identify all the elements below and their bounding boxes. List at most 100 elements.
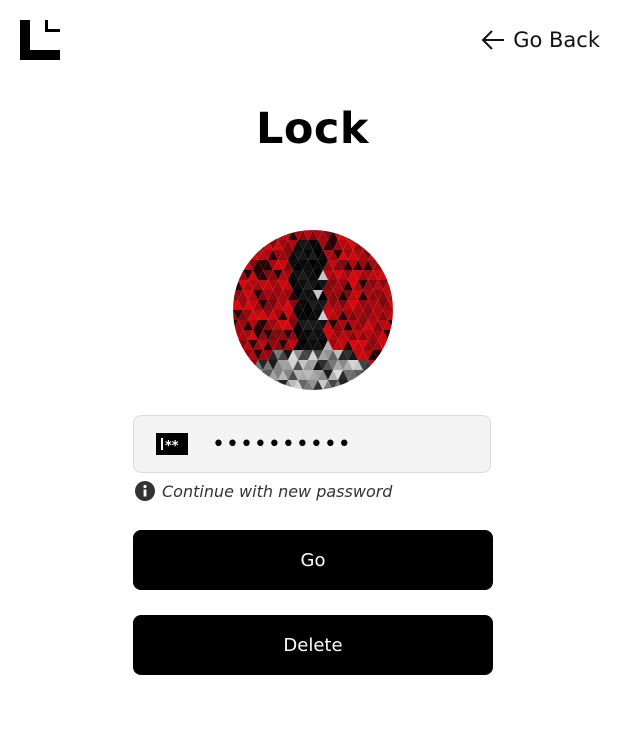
avatar-tile	[373, 370, 383, 380]
avatar-tile	[253, 230, 263, 240]
avatar-tile	[348, 230, 358, 240]
avatar-tile	[378, 230, 388, 240]
avatar-tile	[363, 230, 373, 240]
avatar-tile	[238, 240, 248, 250]
avatar-tile	[233, 240, 243, 250]
avatar-tile	[233, 230, 243, 240]
avatar-tile	[363, 380, 373, 390]
avatar-tile	[368, 380, 378, 390]
password-hint-text: Continue with new password	[162, 481, 393, 501]
avatar-tile	[263, 230, 273, 240]
avatar-tile	[388, 350, 393, 360]
avatar-tile	[258, 380, 268, 390]
avatar-tile	[233, 250, 238, 260]
avatar-tile	[258, 230, 268, 240]
brand-logo[interactable]	[20, 20, 60, 60]
avatar-tile	[233, 370, 238, 380]
avatar-tile	[248, 240, 258, 250]
password-field[interactable]: **	[133, 415, 491, 473]
avatar-tile	[238, 230, 248, 240]
avatar-tile	[388, 270, 393, 280]
avatar-tile	[378, 380, 388, 390]
avatar-tile	[363, 370, 373, 380]
avatar-tile	[233, 350, 243, 360]
avatar-tile	[248, 230, 258, 240]
password-asterisks-icon: **	[156, 433, 188, 455]
avatar-tile	[373, 230, 383, 240]
avatar-tile	[233, 260, 238, 270]
avatar-tile	[383, 240, 393, 250]
avatar-tile	[388, 230, 393, 240]
avatar-tile	[263, 380, 273, 390]
avatar-tile	[368, 240, 378, 250]
avatar-tile	[233, 250, 243, 260]
avatar-tile	[388, 240, 393, 250]
avatar-tile	[243, 370, 253, 380]
password-hint: Continue with new password	[135, 481, 392, 501]
avatar-tile	[248, 380, 258, 390]
avatar-tile	[373, 360, 383, 370]
avatar-tile	[243, 240, 253, 250]
avatar-tile	[378, 240, 388, 250]
user-avatar-image	[233, 230, 393, 390]
page-title: Lock	[255, 104, 370, 154]
avatar-tile	[353, 380, 363, 390]
avatar-tile	[388, 370, 393, 380]
avatar-tile	[353, 230, 363, 240]
avatar-tile	[238, 360, 248, 370]
avatar-tile	[383, 260, 393, 270]
brand-logo-corner-icon	[20, 20, 60, 60]
svg-text:**: **	[165, 439, 179, 454]
avatar-tile	[388, 380, 393, 390]
go-button[interactable]: Go	[133, 530, 493, 590]
avatar-tile	[383, 230, 393, 240]
avatar-tile	[388, 250, 393, 260]
avatar-tile	[233, 370, 243, 380]
avatar-tile	[378, 360, 388, 370]
avatar-tile	[233, 360, 238, 370]
avatar-tile	[238, 370, 248, 380]
avatar-tile	[368, 370, 378, 380]
delete-button[interactable]: Delete	[133, 615, 493, 675]
avatar-tile	[253, 240, 263, 250]
avatar-tile	[348, 380, 358, 390]
avatar-tile	[233, 380, 243, 390]
avatar-tile	[268, 380, 278, 390]
avatar-tile	[238, 380, 248, 390]
avatar-tile	[373, 380, 383, 390]
go-back-link[interactable]: Go Back	[481, 28, 600, 52]
avatar-tile	[358, 230, 368, 240]
avatar-tile	[388, 260, 393, 270]
avatar-tile	[383, 350, 393, 360]
avatar-tile	[383, 380, 393, 390]
avatar-tile	[253, 370, 263, 380]
avatar-tile	[383, 360, 393, 370]
avatar-tile	[233, 380, 238, 390]
avatar-tile	[383, 370, 393, 380]
avatar-tile	[268, 230, 278, 240]
password-input[interactable]	[210, 430, 474, 458]
avatar-tile	[233, 230, 238, 240]
go-back-label: Go Back	[513, 28, 600, 52]
avatar-tile	[378, 250, 388, 260]
info-icon	[135, 481, 155, 501]
avatar	[233, 230, 393, 390]
avatar-tile	[233, 240, 238, 250]
avatar-tile	[368, 230, 378, 240]
avatar-tile	[363, 240, 373, 250]
avatar-tile	[388, 340, 393, 350]
avatar-tile	[243, 230, 253, 240]
avatar-tile	[233, 350, 238, 360]
avatar-tile	[233, 340, 238, 350]
avatar-tile	[243, 380, 253, 390]
avatar-tile	[388, 360, 393, 370]
arrow-left-icon	[481, 30, 505, 50]
avatar-tile	[233, 360, 243, 370]
avatar-tile	[233, 270, 238, 280]
avatar-tile	[233, 260, 243, 270]
avatar-tile	[373, 240, 383, 250]
avatar-tile	[238, 250, 248, 260]
avatar-tile	[383, 250, 393, 260]
avatar-tile	[378, 370, 388, 380]
avatar-tile	[248, 370, 258, 380]
